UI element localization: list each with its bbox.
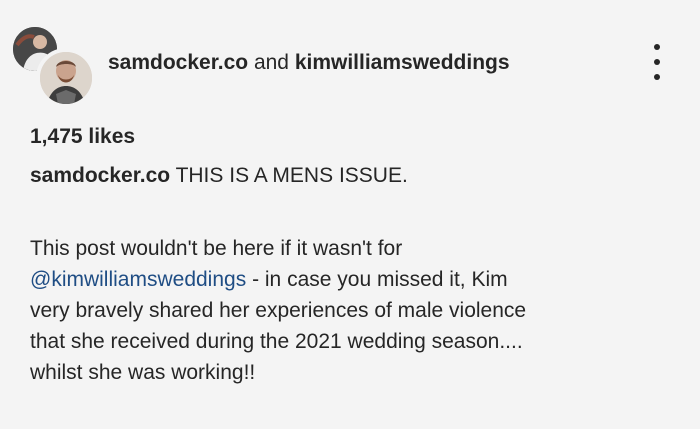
avatar-image-sam xyxy=(40,52,92,104)
post-header: samdocker.co and kimwilliamsweddings xyxy=(0,0,700,115)
caption-line-2: @kimwilliamsweddings - in case you misse… xyxy=(30,264,526,295)
caption-line-3: very bravely shared her experiences of m… xyxy=(30,299,527,322)
mention-kimwilliamsweddings[interactable]: @kimwilliamsweddings xyxy=(30,268,246,291)
caption-line-4: that she received during the 2021 weddin… xyxy=(30,330,523,353)
more-vertical-icon-dot xyxy=(654,59,660,65)
username-joiner: and xyxy=(253,51,289,74)
username-kimwilliamsweddings[interactable]: kimwilliamsweddings xyxy=(295,51,510,74)
more-options-button[interactable] xyxy=(645,40,669,84)
username-samdocker[interactable]: samdocker.co xyxy=(108,51,248,74)
caption-line-5: whilst she was working!! xyxy=(30,361,256,384)
caption-line-2-rest: - in case you missed it, Kim xyxy=(252,268,508,291)
more-vertical-icon-dot xyxy=(654,74,660,80)
likes-count[interactable]: 1,475 likes xyxy=(30,124,135,150)
caption-username[interactable]: samdocker.co xyxy=(30,164,170,187)
avatar-samdocker[interactable] xyxy=(36,48,96,108)
caption-body: This post wouldn't be here if it wasn't … xyxy=(30,233,526,388)
more-vertical-icon xyxy=(654,44,660,50)
caption-line-1: This post wouldn't be here if it wasn't … xyxy=(30,237,403,260)
caption-first-line: samdocker.co THIS IS A MENS ISSUE. xyxy=(30,163,408,189)
collab-usernames: samdocker.co and kimwilliamsweddings xyxy=(108,50,510,76)
collab-avatars[interactable] xyxy=(10,24,102,108)
caption-headline: THIS IS A MENS ISSUE. xyxy=(175,164,408,187)
